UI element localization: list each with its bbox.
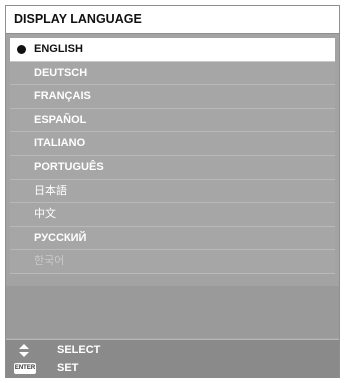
language-label: РУССКИЙ — [34, 231, 87, 244]
menu-title: DISPLAY LANGUAGE — [6, 6, 339, 34]
menu-footer: SELECT ENTER SET — [6, 339, 339, 378]
empty-list-area — [6, 286, 339, 338]
selected-indicator-icon — [17, 45, 26, 54]
display-language-menu: DISPLAY LANGUAGE ENGLISH DEUTSCH FRANÇAI… — [5, 5, 340, 378]
enter-key-icon: ENTER — [14, 360, 36, 377]
language-label: ESPAÑOL — [34, 113, 87, 126]
language-option-english[interactable]: ENGLISH — [10, 38, 335, 62]
language-option-portugues[interactable]: PORTUGUÊS — [10, 155, 335, 180]
language-option-japanese[interactable]: 日本語 — [10, 179, 335, 204]
language-option-chinese[interactable]: 中文 — [10, 203, 335, 227]
language-label: ENGLISH — [34, 43, 83, 55]
language-option-deutsch[interactable]: DEUTSCH — [10, 61, 335, 86]
language-label: ITALIANO — [34, 137, 86, 150]
language-label: DEUTSCH — [34, 66, 88, 79]
language-label: FRANÇAIS — [34, 90, 91, 103]
language-option-russian[interactable]: РУССКИЙ — [10, 226, 335, 251]
select-hint-label: SELECT — [57, 344, 101, 356]
language-option-korean: 한국어 — [10, 250, 335, 274]
set-hint-label: SET — [57, 362, 79, 374]
up-down-arrows-icon — [14, 342, 36, 359]
language-label: 한국어 — [34, 255, 65, 268]
language-option-francais[interactable]: FRANÇAIS — [10, 85, 335, 109]
language-label: PORTUGUÊS — [34, 160, 104, 173]
language-label: 中文 — [34, 208, 56, 221]
language-label: 日本語 — [34, 184, 67, 197]
set-hint: ENTER SET — [14, 360, 314, 377]
language-option-espanol[interactable]: ESPAÑOL — [10, 108, 335, 133]
language-list: ENGLISH DEUTSCH FRANÇAIS ESPAÑOL ITALIAN… — [10, 38, 335, 274]
language-option-italiano[interactable]: ITALIANO — [10, 132, 335, 156]
select-hint: SELECT — [14, 342, 314, 359]
